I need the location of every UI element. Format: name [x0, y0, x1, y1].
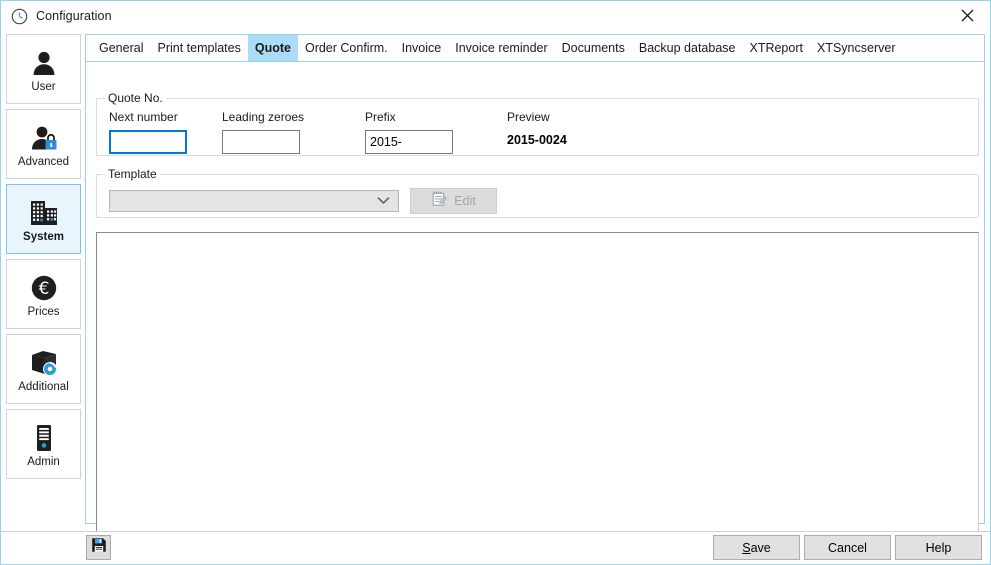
tab-content-quote: Quote No. Next number Leading zeroes: [86, 62, 984, 523]
close-icon[interactable]: [944, 1, 990, 30]
tab-label: Backup database: [639, 41, 736, 55]
save-toolbar-button[interactable]: [86, 535, 111, 560]
prefix-label: Prefix: [365, 110, 396, 124]
sidebar-item-prices[interactable]: € Prices: [6, 259, 81, 329]
sidebar-item-additional[interactable]: Additional: [6, 334, 81, 404]
sidebar-item-advanced[interactable]: Advanced: [6, 109, 81, 179]
sidebar-item-system[interactable]: System: [6, 184, 81, 254]
template-preview-panel[interactable]: [96, 232, 979, 543]
tab-invoice-reminder[interactable]: Invoice reminder: [448, 35, 554, 61]
cancel-button-label: Cancel: [828, 541, 867, 555]
person-icon: [24, 44, 64, 78]
sidebar-item-label: Prices: [28, 306, 60, 319]
package-disc-icon: [24, 344, 64, 378]
sidebar-item-label: Admin: [27, 456, 60, 469]
sidebar-item-label: Additional: [18, 381, 69, 394]
configuration-window: Configuration User: [0, 0, 991, 565]
preview-value: 2015-0024: [507, 133, 567, 147]
tab-order-confirm[interactable]: Order Confirm.: [298, 35, 395, 61]
prefix-input[interactable]: [365, 130, 453, 154]
sidebar-item-admin[interactable]: Admin: [6, 409, 81, 479]
template-group-title: Template: [105, 167, 160, 181]
edit-template-label: Edit: [454, 194, 476, 208]
quote-no-group-title: Quote No.: [105, 91, 166, 105]
tab-label: Invoice: [402, 41, 442, 55]
next-number-stepper[interactable]: [109, 130, 187, 154]
floppy-disk-icon: [91, 537, 107, 558]
tab-label: Documents: [562, 41, 625, 55]
template-groupbox: Template: [96, 174, 979, 218]
tab-label: Invoice reminder: [455, 41, 547, 55]
tab-print-templates[interactable]: Print templates: [150, 35, 247, 61]
cancel-button[interactable]: Cancel: [804, 535, 891, 560]
clock-icon: [11, 8, 28, 25]
sidebar-item-label: System: [23, 231, 64, 244]
svg-text:€: €: [38, 279, 49, 299]
tab-strip: General Print templates Quote Order Conf…: [86, 35, 984, 62]
dialog-footer: Save Cancel Help: [1, 531, 990, 564]
tab-label: Quote: [255, 41, 291, 55]
window-body: User Advanced: [1, 31, 990, 564]
tab-label: XTSyncserver: [817, 41, 896, 55]
next-number-label: Next number: [109, 110, 178, 124]
tab-xtreport[interactable]: XTReport: [742, 35, 810, 61]
sidebar-item-label: Advanced: [18, 156, 69, 169]
quote-no-groupbox: Quote No. Next number Leading zeroes: [96, 98, 979, 156]
template-select[interactable]: [109, 190, 399, 212]
save-button[interactable]: Save: [713, 535, 800, 560]
tab-label: Order Confirm.: [305, 41, 388, 55]
chevron-down-icon: [377, 192, 390, 210]
leading-zeroes-stepper[interactable]: [222, 130, 300, 154]
save-button-label: Save: [742, 541, 771, 555]
help-button[interactable]: Help: [895, 535, 982, 560]
person-lock-icon: [24, 119, 64, 153]
building-icon: [24, 194, 64, 228]
sidebar-item-label: User: [31, 81, 55, 94]
edit-template-button[interactable]: Edit: [410, 188, 497, 214]
tab-label: Print templates: [157, 41, 240, 55]
title-bar: Configuration: [1, 1, 990, 31]
preview-label: Preview: [507, 110, 550, 124]
leading-zeroes-label: Leading zeroes: [222, 110, 304, 124]
tab-backup-database[interactable]: Backup database: [632, 35, 743, 61]
notepad-pencil-icon: [431, 190, 448, 212]
tab-quote[interactable]: Quote: [248, 35, 298, 61]
tab-panel: General Print templates Quote Order Conf…: [85, 34, 985, 524]
help-button-label: Help: [926, 541, 952, 555]
tab-invoice[interactable]: Invoice: [395, 35, 449, 61]
tab-general[interactable]: General: [92, 35, 150, 61]
leading-zeroes-input[interactable]: [223, 131, 388, 153]
tab-documents[interactable]: Documents: [555, 35, 632, 61]
euro-coin-icon: €: [24, 269, 64, 303]
server-tower-icon: [24, 419, 64, 453]
sidebar: User Advanced: [6, 34, 81, 524]
tab-label: General: [99, 41, 143, 55]
tab-label: XTReport: [749, 41, 803, 55]
window-title: Configuration: [36, 9, 112, 23]
tab-xtsyncserver[interactable]: XTSyncserver: [810, 35, 903, 61]
sidebar-item-user[interactable]: User: [6, 34, 81, 104]
